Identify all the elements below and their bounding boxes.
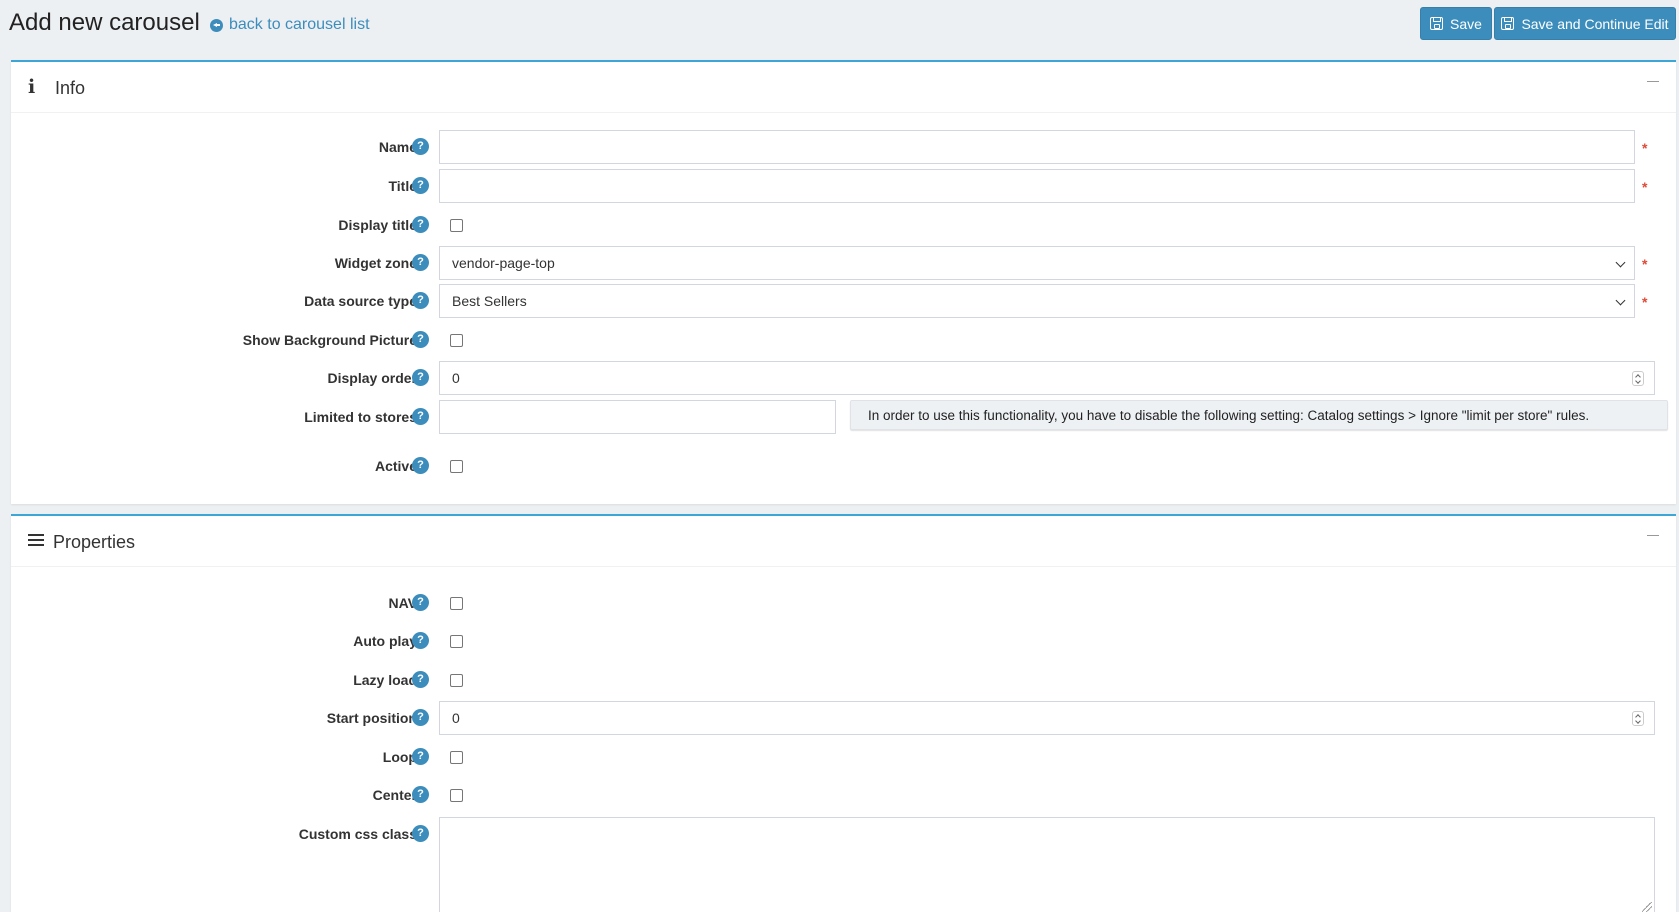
name-input[interactable]: [439, 130, 1635, 164]
field-row-display-title: Display title ?: [11, 208, 1676, 242]
center-label: Center: [372, 787, 417, 803]
start-position-value: 0: [452, 710, 460, 726]
display-order-input[interactable]: 0: [439, 361, 1655, 395]
field-row-name: Name ? *: [11, 130, 1676, 164]
data-source-type-label: Data source type: [304, 293, 417, 309]
widget-zone-value: vendor-page-top: [452, 255, 555, 271]
save-button-label: Save: [1450, 15, 1482, 32]
field-row-lazy-load: Lazy load ?: [11, 663, 1676, 697]
floppy-disk-icon: [1501, 17, 1515, 30]
chevron-down-icon: [1615, 257, 1626, 268]
display-title-checkbox[interactable]: [450, 219, 463, 232]
help-icon[interactable]: ?: [412, 457, 429, 474]
field-row-widget-zone: Widget zone ? vendor-page-top *: [11, 246, 1676, 280]
help-icon[interactable]: ?: [412, 632, 429, 649]
info-card-header[interactable]: i Info: [11, 62, 1676, 113]
lazy-load-label: Lazy load: [353, 672, 417, 688]
start-position-input[interactable]: 0: [439, 701, 1655, 735]
back-link-label: back to carousel list: [229, 16, 370, 33]
center-checkbox[interactable]: [450, 789, 463, 802]
custom-css-class-label: Custom css class: [298, 826, 417, 842]
nav-checkbox[interactable]: [450, 597, 463, 610]
widget-zone-select[interactable]: vendor-page-top: [439, 246, 1635, 280]
help-icon[interactable]: ?: [412, 369, 429, 386]
field-row-auto-play: Auto play ?: [11, 624, 1676, 658]
limited-to-stores-label: Limited to stores: [304, 409, 417, 425]
arrow-circle-left-icon: [210, 18, 223, 32]
field-row-data-source-type: Data source type ? Best Sellers *: [11, 284, 1676, 318]
title-input[interactable]: [439, 169, 1635, 203]
required-marker: *: [1642, 179, 1648, 195]
active-checkbox[interactable]: [450, 460, 463, 473]
chevron-down-icon: [1615, 295, 1626, 306]
number-spinner-icon[interactable]: [1632, 711, 1644, 726]
page-title: Add new carousel: [9, 9, 200, 36]
page-header: Add new carousel back to carousel list S…: [0, 0, 1679, 58]
field-row-display-order: Display order ? 0: [11, 361, 1676, 395]
field-row-custom-css-class: Custom css class ?: [11, 817, 1676, 912]
help-icon[interactable]: ?: [412, 825, 429, 842]
collapse-icon[interactable]: [1647, 81, 1659, 83]
display-order-label: Display order: [327, 370, 417, 386]
field-row-start-position: Start position ? 0: [11, 701, 1676, 735]
field-row-active: Active ?: [11, 449, 1676, 483]
display-title-label: Display title: [338, 217, 417, 233]
floppy-disk-icon: [1430, 17, 1444, 30]
field-row-title: Title ? *: [11, 169, 1676, 203]
help-icon[interactable]: ?: [412, 709, 429, 726]
active-label: Active: [374, 458, 417, 474]
data-source-type-select[interactable]: Best Sellers: [439, 284, 1635, 318]
show-background-picture-checkbox[interactable]: [450, 334, 463, 347]
save-continue-button-label: Save and Continue Edit: [1521, 15, 1669, 32]
back-to-list-link[interactable]: back to carousel list: [210, 15, 370, 35]
number-spinner-icon[interactable]: [1632, 371, 1644, 386]
help-icon[interactable]: ?: [412, 292, 429, 309]
help-icon[interactable]: ?: [412, 748, 429, 765]
properties-card: Properties NAV ? Auto play ? Lazy load ?…: [11, 514, 1676, 912]
limited-to-stores-input[interactable]: [439, 400, 836, 434]
field-row-loop: Loop ?: [11, 740, 1676, 774]
field-row-center: Center ?: [11, 778, 1676, 812]
properties-card-title: Properties: [53, 532, 136, 552]
field-row-limited-to-stores: Limited to stores ? In order to use this…: [11, 400, 1676, 434]
help-icon[interactable]: ?: [412, 408, 429, 425]
required-marker: *: [1642, 140, 1648, 156]
help-icon[interactable]: ?: [412, 177, 429, 194]
help-icon[interactable]: ?: [412, 331, 429, 348]
required-marker: *: [1642, 294, 1648, 310]
help-icon[interactable]: ?: [412, 254, 429, 271]
data-source-type-value: Best Sellers: [452, 293, 527, 309]
field-row-show-background-picture: Show Background Picture ?: [11, 323, 1676, 357]
help-icon[interactable]: ?: [412, 594, 429, 611]
required-marker: *: [1642, 256, 1648, 272]
save-and-continue-button[interactable]: Save and Continue Edit: [1494, 7, 1676, 40]
help-icon[interactable]: ?: [412, 216, 429, 233]
help-icon[interactable]: ?: [412, 786, 429, 803]
help-icon[interactable]: ?: [412, 671, 429, 688]
limit-per-store-note: In order to use this functionality, you …: [850, 400, 1668, 430]
display-order-value: 0: [452, 370, 460, 386]
save-button[interactable]: Save: [1420, 7, 1492, 40]
collapse-icon[interactable]: [1647, 535, 1659, 537]
auto-play-label: Auto play: [353, 633, 417, 649]
properties-card-header[interactable]: Properties: [11, 516, 1676, 567]
widget-zone-label: Widget zone: [334, 255, 417, 271]
lazy-load-checkbox[interactable]: [450, 674, 463, 687]
info-icon: i: [28, 76, 36, 98]
info-card: i Info Name ? * Title ? * Display title …: [11, 60, 1676, 504]
start-position-label: Start position: [326, 710, 417, 726]
custom-css-class-textarea[interactable]: [439, 817, 1655, 912]
auto-play-checkbox[interactable]: [450, 635, 463, 648]
page: Add new carousel back to carousel list S…: [0, 0, 1679, 912]
loop-checkbox[interactable]: [450, 751, 463, 764]
info-card-title: Info: [55, 78, 86, 98]
help-icon[interactable]: ?: [412, 138, 429, 155]
resize-handle-icon[interactable]: [1642, 902, 1652, 912]
field-row-nav: NAV ?: [11, 586, 1676, 620]
bars-icon: [28, 531, 48, 551]
show-background-picture-label: Show Background Picture: [242, 332, 417, 348]
